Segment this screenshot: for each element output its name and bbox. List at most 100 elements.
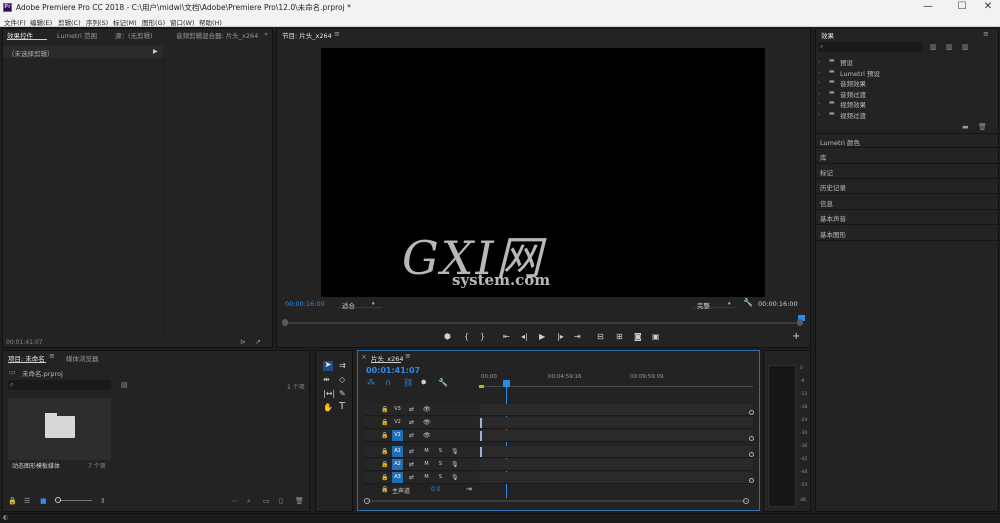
sync-lock-icon[interactable]: ⇄ (409, 461, 414, 469)
bin-name[interactable]: 动态图形模板媒体 (12, 461, 60, 470)
tab-program[interactable]: 节目: 片头_x264 (282, 30, 332, 40)
lock-icon[interactable]: 🔒 (381, 486, 388, 494)
microphone-icon[interactable]: 🎙 (451, 474, 459, 482)
folder-add-icon[interactable]: ▭ (263, 497, 270, 505)
microphone-icon[interactable]: 🎙 (451, 461, 459, 469)
menu-sequence[interactable]: 序列(S) (86, 17, 108, 27)
close-tab-icon[interactable]: × (361, 353, 367, 361)
panel-info[interactable]: 信息 (815, 195, 1000, 210)
track-label-a3[interactable]: A3 (392, 472, 403, 483)
eye-icon[interactable]: 👁 (423, 406, 431, 414)
close-button[interactable]: ✕ (978, 1, 998, 14)
scroll-left-handle[interactable] (364, 498, 370, 504)
accelerated-effects-icon[interactable]: ▥ (930, 43, 937, 51)
zoom-slider-thumb[interactable] (55, 497, 61, 503)
work-area-bar[interactable] (479, 385, 484, 388)
menu-help[interactable]: 帮助(H) (199, 17, 222, 27)
track-label-v3[interactable]: V3 (392, 404, 403, 415)
filter-icon[interactable]: ⊳ (240, 338, 246, 346)
go-to-out-icon[interactable]: ⇥ (574, 333, 581, 341)
effects-item-presets[interactable]: 预设 (840, 57, 853, 67)
yuv-effects-icon[interactable]: ▥ (962, 43, 969, 51)
panel-essential-graphics[interactable]: 基本图形 (815, 226, 1000, 241)
mark-in-icon[interactable]: { (464, 333, 469, 341)
wrench-icon[interactable]: 🔧 (438, 379, 448, 387)
clip-marker[interactable] (480, 418, 482, 428)
track-lane-v2[interactable] (479, 417, 753, 429)
chevron-right-icon[interactable]: › (818, 79, 820, 87)
tab-media-browser[interactable]: 媒体浏览器 (66, 353, 99, 363)
track-lane-v3[interactable] (479, 404, 753, 416)
slip-tool-icon[interactable]: |↔| (323, 390, 335, 398)
clip-marker[interactable] (480, 431, 482, 441)
snap-icon[interactable]: ∩ (385, 379, 391, 387)
sync-lock-icon[interactable]: ⇄ (409, 474, 414, 482)
effects-item-audio-transitions[interactable]: 音频过渡 (840, 89, 866, 99)
menu-clip[interactable]: 剪辑(C) (58, 17, 81, 27)
program-menu-icon[interactable]: ≡ (334, 30, 340, 38)
panel-lumetri-color[interactable]: Lumetri 颜色 (815, 133, 1000, 148)
project-menu-icon[interactable]: ≡ (49, 352, 55, 360)
lock-icon[interactable]: 🔒 (381, 474, 388, 482)
chevron-right-icon[interactable]: › (818, 100, 820, 108)
pen-tool-icon[interactable]: ✎ (339, 390, 346, 398)
lock-icon[interactable]: 🔒 (381, 448, 388, 456)
tabs-overflow-button[interactable]: » (264, 30, 268, 38)
track-select-tool-icon[interactable]: ⇉ (339, 362, 346, 370)
solo-button-a2[interactable]: S (435, 459, 446, 470)
selection-tool-icon[interactable]: ➤ (323, 361, 333, 371)
panel-libraries[interactable]: 库 (815, 149, 1000, 164)
program-scrub-bar[interactable] (285, 322, 803, 324)
lock-icon[interactable]: 🔒 (381, 419, 388, 427)
camera-icon[interactable]: ◙ (634, 333, 642, 341)
chevron-right-icon[interactable]: › (818, 69, 820, 77)
wrench-icon[interactable]: 🔧 (743, 299, 753, 307)
mute-button-a3[interactable]: M (421, 472, 432, 483)
timeline-timecode[interactable]: 00:01:41:07 (366, 366, 420, 375)
mark-out-icon[interactable]: } (480, 333, 485, 341)
new-bin-icon[interactable]: ▤ (121, 381, 128, 389)
master-volume-value[interactable]: 0.0 (431, 486, 441, 493)
solo-button-a1[interactable]: S (435, 446, 446, 457)
track-lane-a2[interactable] (479, 459, 753, 471)
effects-search-input[interactable] (818, 42, 923, 52)
maximize-button[interactable]: ☐ (952, 1, 972, 14)
effects-item-audio-effects[interactable]: 音频效果 (840, 78, 866, 88)
program-timecode-current[interactable]: 00:00:16:00 (285, 300, 325, 308)
menu-graphics[interactable]: 图形(G) (142, 17, 165, 27)
play-triangle-icon[interactable]: ▶ (153, 48, 158, 56)
lock-icon[interactable]: 🔒 (381, 406, 388, 414)
track-zoom-handle[interactable] (749, 452, 754, 457)
timeline-horizontal-scrollbar[interactable] (367, 500, 747, 502)
ripple-edit-tool-icon[interactable]: ⇹ (323, 376, 330, 384)
panel-markers[interactable]: 标记 (815, 164, 1000, 179)
eye-icon[interactable]: 👁 (423, 419, 431, 427)
razor-tool-icon[interactable]: ◇ (339, 376, 345, 384)
track-lane-v1[interactable] (479, 430, 753, 442)
mute-button-a1[interactable]: M (421, 446, 432, 457)
lock-icon[interactable]: 🔒 (381, 432, 388, 440)
time-ruler[interactable] (479, 383, 753, 387)
splitter[interactable] (163, 58, 164, 338)
menu-marker[interactable]: 标记(M) (113, 17, 137, 27)
minimize-button[interactable]: — (918, 1, 938, 14)
hand-tool-icon[interactable]: ✋ (323, 404, 333, 412)
export-icon[interactable]: ↗ (255, 338, 261, 346)
lock-icon[interactable]: 🔒 (8, 497, 17, 505)
sync-lock-icon[interactable]: ⇄ (409, 432, 414, 440)
menu-edit[interactable]: 编辑(E) (30, 17, 52, 27)
track-lane-a3[interactable] (479, 472, 753, 484)
play-icon[interactable]: ▶ (539, 333, 545, 341)
icon-view-icon[interactable]: ■ (40, 497, 47, 505)
effects-item-lumetri-presets[interactable]: Lumetri 预设 (840, 68, 880, 78)
track-zoom-handle[interactable] (749, 478, 754, 483)
new-bin-icon[interactable]: ▬ (962, 123, 969, 131)
type-tool-icon[interactable]: T (339, 402, 345, 412)
sync-lock-icon[interactable]: ⇄ (409, 448, 414, 456)
clip-marker[interactable] (480, 447, 482, 457)
go-to-in-icon[interactable]: ⇤ (503, 333, 510, 341)
microphone-icon[interactable]: 🎙 (451, 448, 459, 456)
project-search-input[interactable] (8, 380, 111, 390)
track-zoom-handle[interactable] (749, 436, 754, 441)
timeline-playhead-handle[interactable] (503, 380, 510, 387)
